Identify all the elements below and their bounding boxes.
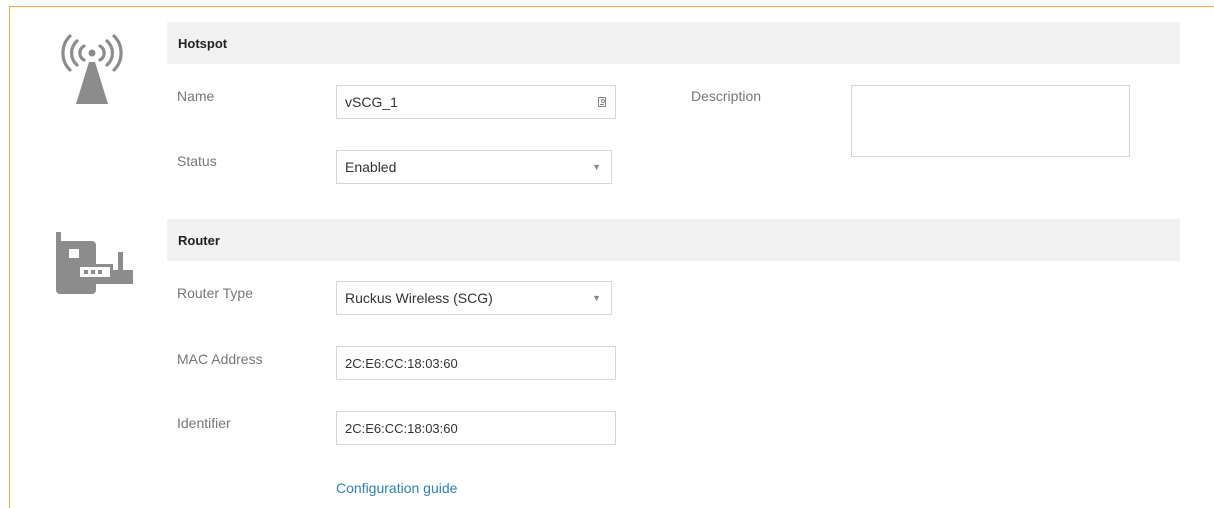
- frame-top-border: [9, 6, 1214, 7]
- mac-address-value: 2C:E6:CC:18:03:60: [345, 355, 458, 371]
- hotspot-title: Hotspot: [178, 35, 228, 51]
- router-icon: [56, 232, 133, 294]
- name-input[interactable]: vSCG_1: [336, 85, 616, 119]
- status-label: Status: [177, 153, 217, 169]
- status-select[interactable]: Enabled ▼: [336, 150, 612, 184]
- contact-card-icon: [598, 97, 606, 107]
- description-label: Description: [691, 88, 762, 104]
- status-select-value: Enabled: [345, 159, 397, 175]
- router-title: Router: [178, 232, 220, 248]
- identifier-input[interactable]: 2C:E6:CC:18:03:60: [336, 411, 616, 445]
- chevron-down-icon: ▼: [592, 293, 601, 303]
- description-textarea[interactable]: [851, 85, 1130, 157]
- frame-left-border: [9, 6, 10, 508]
- router-type-select[interactable]: Ruckus Wireless (SCG) ▼: [336, 281, 612, 315]
- chevron-down-icon: ▼: [592, 162, 601, 172]
- name-input-value: vSCG_1: [345, 94, 398, 110]
- router-section-header: Router: [167, 219, 1180, 261]
- identifier-value: 2C:E6:CC:18:03:60: [345, 420, 458, 436]
- router-type-label: Router Type: [177, 285, 254, 301]
- wifi-tower-icon: [61, 34, 123, 104]
- hotspot-section-header: Hotspot: [167, 22, 1180, 64]
- identifier-label: Identifier: [177, 415, 231, 431]
- name-label: Name: [177, 88, 215, 104]
- mac-address-label: MAC Address: [177, 351, 263, 367]
- router-type-value: Ruckus Wireless (SCG): [345, 290, 493, 306]
- configuration-guide-link[interactable]: Configuration guide: [336, 480, 457, 496]
- mac-address-input[interactable]: 2C:E6:CC:18:03:60: [336, 346, 616, 380]
